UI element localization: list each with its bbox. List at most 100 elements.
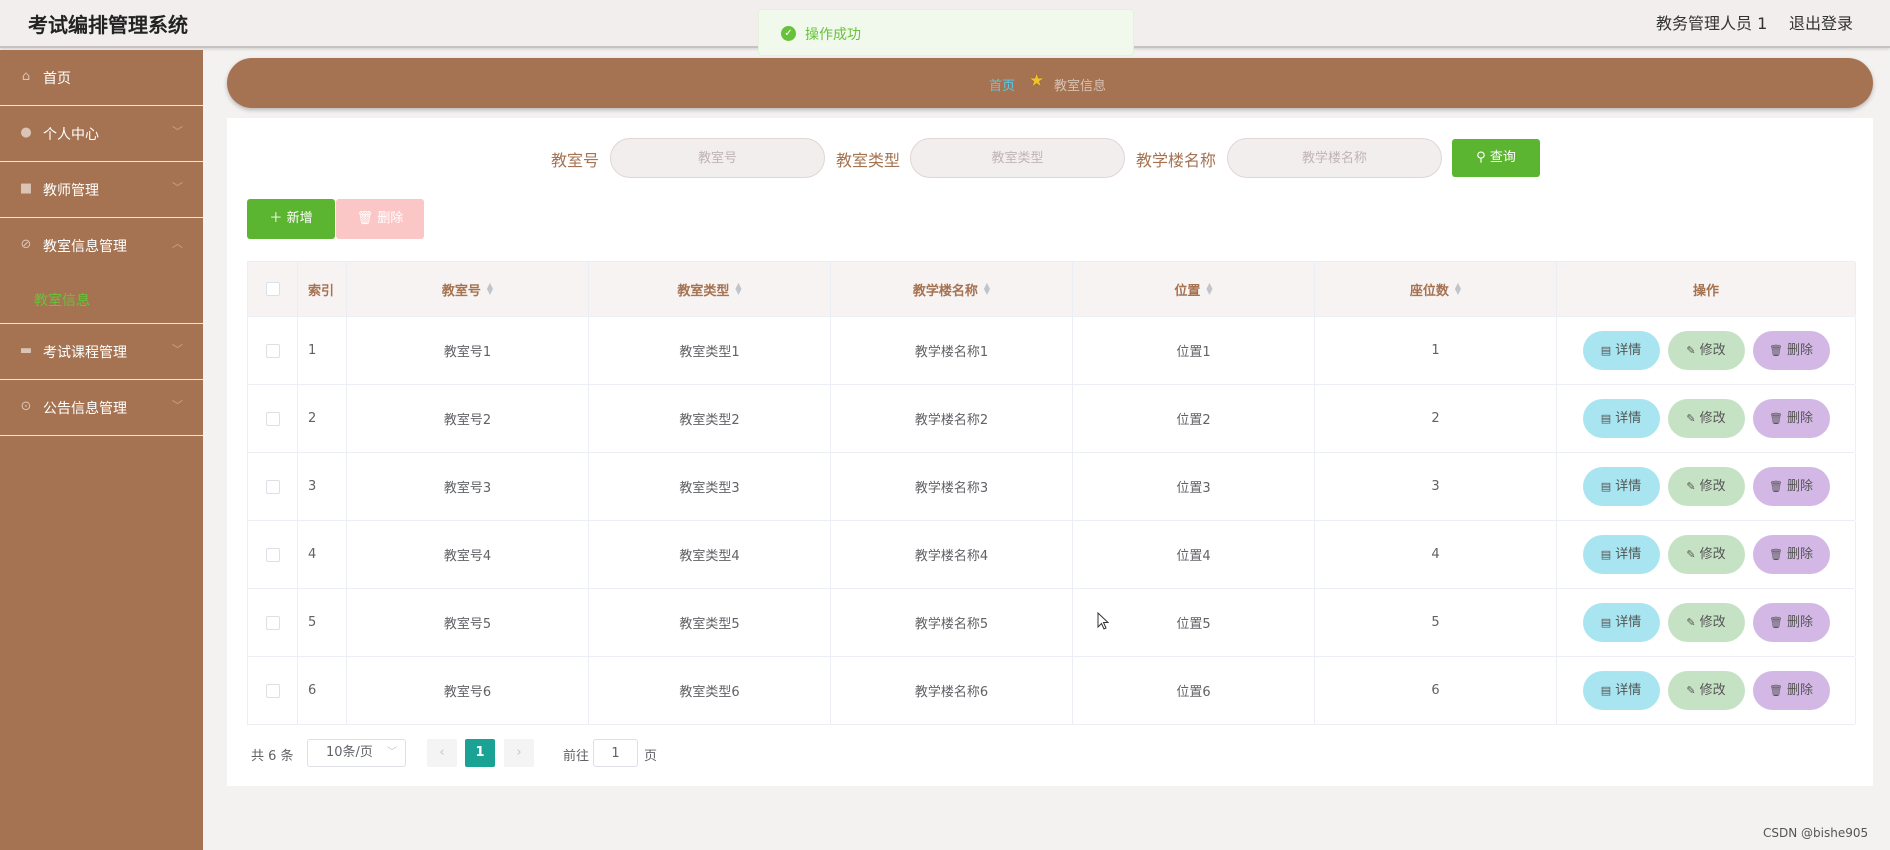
edit-label: 修改 bbox=[1699, 411, 1726, 426]
row-checkbox-cell bbox=[248, 521, 298, 588]
detail-label: 详情 bbox=[1615, 343, 1642, 358]
pencil-icon: ✎ bbox=[1686, 344, 1696, 357]
batch-delete-button[interactable]: 🗑 删除 bbox=[336, 199, 424, 239]
trash-icon: 🗑 bbox=[1769, 548, 1783, 561]
detail-button[interactable]: ▤ 详情 bbox=[1582, 467, 1660, 506]
success-toast: ✓ 操作成功 bbox=[758, 9, 1134, 56]
edit-label: 修改 bbox=[1699, 547, 1726, 562]
trash-icon: 🗑 bbox=[1769, 684, 1783, 697]
pencil-icon: ✎ bbox=[1686, 412, 1696, 425]
delete-button[interactable]: 🗑 删除 bbox=[1752, 399, 1830, 438]
edit-button[interactable]: ✎ 修改 bbox=[1667, 399, 1745, 438]
row-actions: ▤ 详情 ✎ 修改 🗑 删除 bbox=[1557, 453, 1856, 520]
row-checkbox[interactable] bbox=[265, 411, 280, 426]
sidebar-subitem-label: 教室信息 bbox=[34, 293, 90, 309]
cell-location: 位置1 bbox=[1073, 317, 1315, 384]
delete-label: 删除 bbox=[1786, 479, 1813, 494]
sidebar-item-classrooms[interactable]: ⊘ 教室信息管理 ︿ bbox=[0, 218, 203, 274]
delete-button[interactable]: 🗑 删除 bbox=[1752, 603, 1830, 642]
sort-icon[interactable]: ▲ ▼ bbox=[984, 282, 990, 296]
table-row: 3 教室号3 教室类型3 教学楼名称3 位置3 3 ▤ 详情 ✎ 修改 🗑 删除 bbox=[248, 453, 1856, 521]
cell-location: 位置4 bbox=[1073, 521, 1315, 588]
cell-seat-count: 6 bbox=[1315, 657, 1557, 724]
select-all-checkbox[interactable] bbox=[265, 282, 280, 296]
edit-button[interactable]: ✎ 修改 bbox=[1667, 671, 1745, 710]
page-size-select[interactable]: 10条/页 ﹀ bbox=[307, 739, 406, 767]
user-icon: ● bbox=[20, 125, 32, 140]
sort-icon[interactable]: ▲ ▼ bbox=[735, 282, 741, 296]
detail-button[interactable]: ▤ 详情 bbox=[1582, 399, 1660, 438]
trash-icon: 🗑 bbox=[1769, 412, 1783, 425]
edit-button[interactable]: ✎ 修改 bbox=[1667, 535, 1745, 574]
header-location[interactable]: 位置 ▲ ▼ bbox=[1073, 262, 1315, 316]
detail-button[interactable]: ▤ 详情 bbox=[1582, 603, 1660, 642]
chevron-down-icon: ﹀ bbox=[172, 125, 183, 138]
breadcrumb: 首页 ★ 教室信息 bbox=[227, 58, 1873, 108]
sidebar-item-label: 首页 bbox=[43, 71, 71, 87]
cell-classroom-type: 教室类型1 bbox=[589, 317, 831, 384]
sidebar-item-exam-courses[interactable]: ▬ 考试课程管理 ﹀ bbox=[0, 324, 203, 380]
detail-label: 详情 bbox=[1615, 547, 1642, 562]
detail-button[interactable]: ▤ 详情 bbox=[1582, 331, 1660, 370]
trash-icon: 🗑 bbox=[1769, 480, 1783, 493]
current-user-label: 教务管理人员 1 bbox=[1656, 14, 1768, 33]
cell-classroom-type: 教室类型5 bbox=[589, 589, 831, 656]
edit-button[interactable]: ✎ 修改 bbox=[1667, 467, 1745, 506]
edit-button[interactable]: ✎ 修改 bbox=[1667, 603, 1745, 642]
row-checkbox-cell bbox=[248, 589, 298, 656]
sidebar-item-label: 教师管理 bbox=[43, 183, 99, 199]
prev-page-button[interactable]: ‹ bbox=[427, 739, 457, 767]
classroom-number-input[interactable] bbox=[610, 138, 825, 178]
cell-classroom-type: 教室类型3 bbox=[589, 453, 831, 520]
row-checkbox[interactable] bbox=[265, 683, 280, 698]
delete-button[interactable]: 🗑 删除 bbox=[1752, 535, 1830, 574]
document-icon: ▤ bbox=[1600, 480, 1612, 493]
sidebar-item-label: 公告信息管理 bbox=[43, 401, 127, 417]
batch-delete-label: 删除 bbox=[377, 211, 404, 226]
row-index: 3 bbox=[298, 453, 347, 520]
logout-link[interactable]: 退出登录 bbox=[1789, 10, 1853, 34]
header-classroom-type[interactable]: 教室类型 ▲ ▼ bbox=[589, 262, 831, 316]
sidebar-item-announcements[interactable]: ⊙ 公告信息管理 ﹀ bbox=[0, 380, 203, 436]
page-number-current[interactable]: 1 bbox=[465, 739, 495, 767]
row-checkbox[interactable] bbox=[265, 547, 280, 562]
row-checkbox[interactable] bbox=[265, 343, 280, 358]
header-seat-count[interactable]: 座位数 ▲ ▼ bbox=[1315, 262, 1557, 316]
sidebar-subitem-classroom-info[interactable]: 教室信息 bbox=[0, 274, 203, 324]
delete-button[interactable]: 🗑 删除 bbox=[1752, 331, 1830, 370]
sort-icon[interactable]: ▲ ▼ bbox=[1206, 282, 1212, 296]
row-index: 6 bbox=[298, 657, 347, 724]
edit-button[interactable]: ✎ 修改 bbox=[1667, 331, 1745, 370]
row-checkbox[interactable] bbox=[265, 479, 280, 494]
sort-icon[interactable]: ▲ ▼ bbox=[487, 282, 493, 296]
cell-building-name: 教学楼名称1 bbox=[831, 317, 1073, 384]
goto-page-input[interactable] bbox=[593, 739, 638, 767]
pencil-icon: ✎ bbox=[1686, 480, 1696, 493]
detail-button[interactable]: ▤ 详情 bbox=[1582, 671, 1660, 710]
query-button[interactable]: ⚲ 查询 bbox=[1452, 139, 1540, 177]
next-page-button[interactable]: › bbox=[504, 739, 534, 767]
edit-label: 修改 bbox=[1699, 343, 1726, 358]
row-checkbox[interactable] bbox=[265, 615, 280, 630]
header-label: 教学楼名称 bbox=[912, 283, 978, 299]
delete-label: 删除 bbox=[1786, 683, 1813, 698]
add-button[interactable]: ＋ 新增 bbox=[247, 199, 335, 239]
document-icon: ▤ bbox=[1600, 344, 1612, 357]
sidebar-item-teachers[interactable]: ■ 教师管理 ﹀ bbox=[0, 162, 203, 218]
sort-icon[interactable]: ▲ ▼ bbox=[1455, 282, 1461, 296]
main-panel: 教室号 教室类型 教学楼名称 ⚲ 查询 ＋ 新增 🗑 删除 索引 教室号 ▲▼ 教… bbox=[227, 118, 1873, 786]
detail-label: 详情 bbox=[1615, 683, 1642, 698]
detail-button[interactable]: ▤ 详情 bbox=[1582, 535, 1660, 574]
delete-button[interactable]: 🗑 删除 bbox=[1752, 467, 1830, 506]
cell-seat-count: 4 bbox=[1315, 521, 1557, 588]
header-building-name[interactable]: 教学楼名称 ▲ ▼ bbox=[831, 262, 1073, 316]
sidebar-item-profile[interactable]: ● 个人中心 ﹀ bbox=[0, 106, 203, 162]
sidebar-item-home[interactable]: ⌂ 首页 bbox=[0, 50, 203, 106]
header-classroom-number[interactable]: 教室号 ▲ ▼ bbox=[347, 262, 589, 316]
breadcrumb-home[interactable]: 首页 bbox=[989, 75, 1015, 94]
delete-button[interactable]: 🗑 删除 bbox=[1752, 671, 1830, 710]
building-name-input[interactable] bbox=[1227, 138, 1442, 178]
classroom-type-input[interactable] bbox=[910, 138, 1125, 178]
cell-building-name: 教学楼名称4 bbox=[831, 521, 1073, 588]
chevron-up-icon: ︿ bbox=[172, 237, 183, 250]
